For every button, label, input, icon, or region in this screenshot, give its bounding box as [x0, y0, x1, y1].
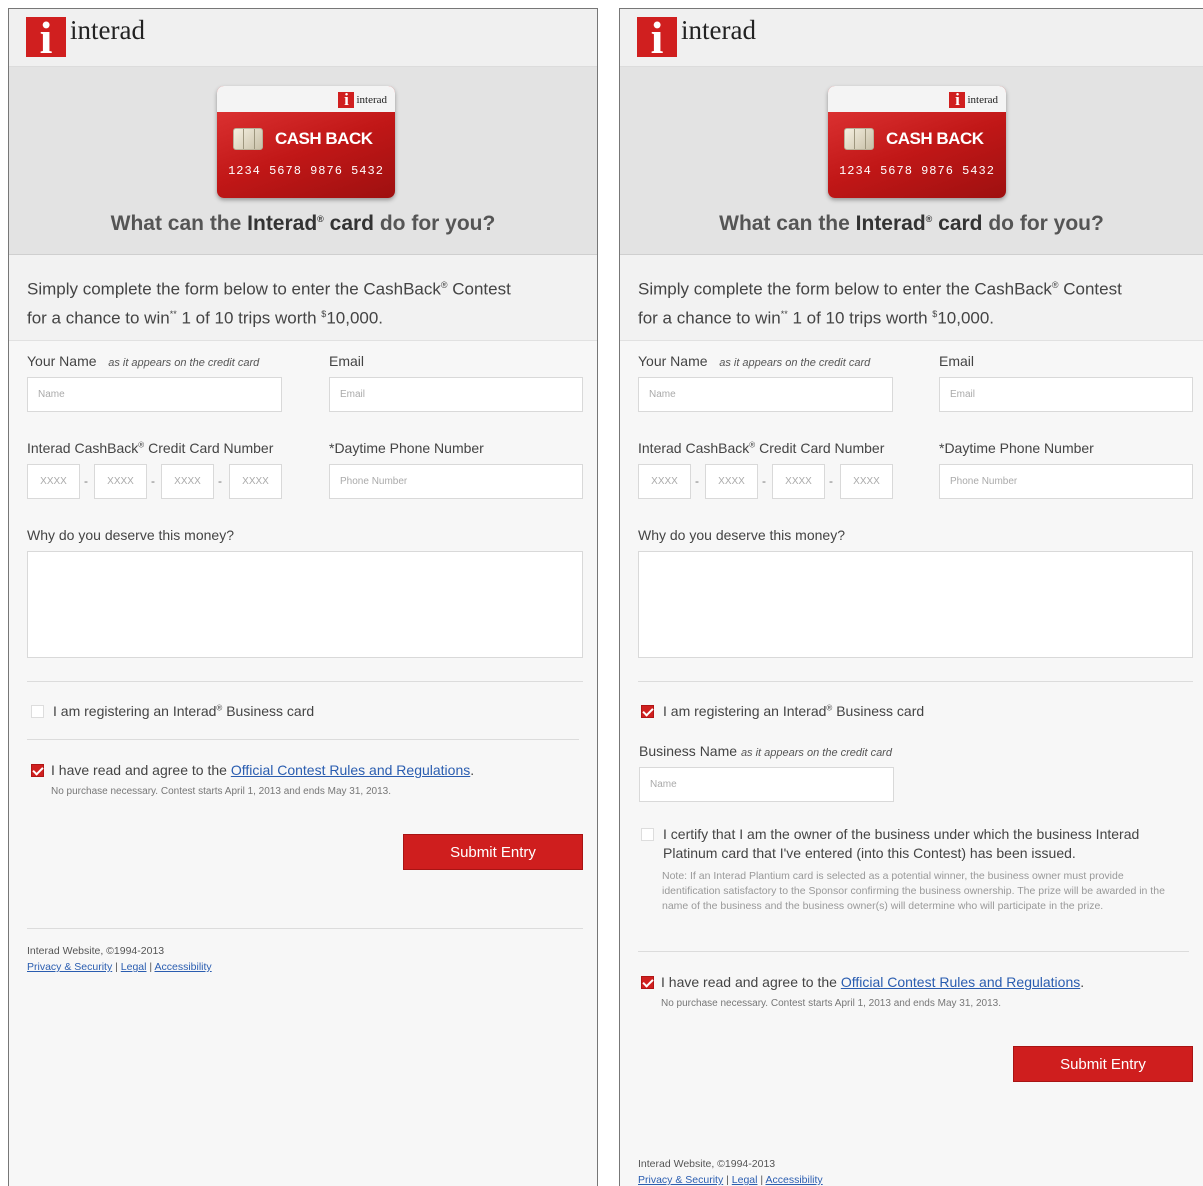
card-number-segment-2[interactable]: XXXX — [705, 464, 758, 499]
dash: - — [762, 474, 766, 488]
official-rules-link[interactable]: Official Contest Rules and Regulations — [231, 762, 470, 778]
site-header: i interad — [9, 9, 597, 67]
dash: - — [829, 474, 833, 488]
phone-label: *Daytime Phone Number — [939, 440, 1094, 456]
privacy-security-link[interactable]: Privacy & Security — [638, 1174, 723, 1186]
business-name-label: Business Name as it appears on the credi… — [639, 743, 892, 759]
why-textarea[interactable] — [638, 551, 1193, 658]
accessibility-link[interactable]: Accessibility — [765, 1174, 822, 1186]
card-number-segment-1[interactable]: XXXX — [638, 464, 691, 499]
interad-logo[interactable]: i interad — [26, 15, 145, 61]
agree-checkbox[interactable] — [31, 764, 44, 777]
card-number-segment-1[interactable]: XXXX — [27, 464, 80, 499]
legal-link[interactable]: Legal — [121, 961, 147, 973]
divider — [638, 951, 1189, 952]
divider — [27, 739, 579, 740]
business-card-checkbox-label: I am registering an Interad® Business ca… — [53, 703, 315, 719]
card-number-label: Interad CashBack® Credit Card Number — [638, 440, 885, 456]
agree-checkbox[interactable] — [641, 976, 654, 989]
logo-wordmark: interad — [70, 15, 145, 45]
hero-title: What can the Interad® card do for you? — [110, 212, 496, 235]
card-logo-text: interad — [356, 94, 387, 106]
business-card-checkbox-label: I am registering an Interad® Business ca… — [663, 703, 925, 719]
divider — [27, 928, 583, 929]
interad-logo[interactable]: i interad — [637, 15, 756, 61]
dash: - — [218, 474, 222, 488]
divider — [27, 681, 583, 682]
why-label: Why do you deserve this money? — [27, 527, 234, 543]
card-number-segment-3[interactable]: XXXX — [161, 464, 214, 499]
business-card-checkbox[interactable] — [641, 705, 654, 718]
card-number: 1234 5678 9876 5432 — [839, 164, 995, 178]
form-panel-business-checked: i interad i interad CASH BACK 1234 5678 … — [619, 8, 1203, 1186]
name-input[interactable]: Name — [27, 377, 282, 412]
phone-input[interactable]: Phone Number — [939, 464, 1193, 499]
phone-label: *Daytime Phone Number — [329, 440, 484, 456]
card-number-segment-4[interactable]: XXXX — [840, 464, 893, 499]
phone-input[interactable]: Phone Number — [329, 464, 583, 499]
agree-label: I have read and agree to the Official Co… — [51, 762, 475, 778]
name-label: Your Name as it appears on the credit ca… — [638, 353, 871, 369]
card-chip-icon — [844, 128, 874, 150]
dash: - — [84, 474, 88, 488]
email-input[interactable]: Email — [329, 377, 583, 412]
card-logo-text: interad — [967, 94, 998, 106]
agree-note: No purchase necessary. Contest starts Ap… — [51, 786, 392, 797]
card-number: 1234 5678 9876 5432 — [228, 164, 384, 178]
agree-label: I have read and agree to the Official Co… — [661, 974, 1085, 990]
site-header: i interad — [620, 9, 1203, 67]
why-label: Why do you deserve this money? — [638, 527, 845, 543]
why-textarea[interactable] — [27, 551, 583, 658]
business-name-input[interactable]: Name — [639, 767, 894, 802]
privacy-security-link[interactable]: Privacy & Security — [27, 961, 112, 973]
hero-banner: i interad CASH BACK 1234 5678 9876 5432 … — [620, 67, 1203, 255]
card-chip-icon — [233, 128, 263, 150]
card-logo-icon: i — [949, 91, 966, 108]
legal-link[interactable]: Legal — [732, 1174, 758, 1186]
submit-entry-button[interactable]: Submit Entry — [403, 834, 583, 870]
intro-text: Simply complete the form below to enter … — [9, 255, 597, 341]
email-input[interactable]: Email — [939, 377, 1193, 412]
card-number-label: Interad CashBack® Credit Card Number — [27, 440, 274, 456]
accessibility-link[interactable]: Accessibility — [154, 961, 211, 973]
dash: - — [151, 474, 155, 488]
card-logo-icon: i — [338, 91, 355, 108]
card-number-segment-3[interactable]: XXXX — [772, 464, 825, 499]
email-label: Email — [329, 353, 365, 369]
logo-wordmark: interad — [681, 15, 756, 45]
official-rules-link[interactable]: Official Contest Rules and Regulations — [841, 974, 1080, 990]
agree-note: No purchase necessary. Contest starts Ap… — [661, 998, 1002, 1009]
email-label: Email — [939, 353, 975, 369]
credit-card-image: i interad CASH BACK 1234 5678 9876 5432 — [217, 86, 395, 198]
hero-title: What can the Interad® card do for you? — [719, 212, 1104, 235]
footer-links: Privacy & Security | Legal | Accessibili… — [27, 961, 212, 973]
card-number-segment-2[interactable]: XXXX — [94, 464, 147, 499]
card-title: CASH BACK — [886, 129, 984, 148]
business-card-checkbox[interactable] — [31, 705, 44, 718]
footer-copyright: Interad Website, ©1994-2013 — [27, 945, 165, 957]
submit-entry-button[interactable]: Submit Entry — [1013, 1046, 1193, 1082]
intro-text: Simply complete the form below to enter … — [620, 255, 1203, 341]
footer-links: Privacy & Security | Legal | Accessibili… — [638, 1174, 823, 1186]
hero-banner: i interad CASH BACK 1234 5678 9876 5432 … — [9, 67, 597, 255]
card-title: CASH BACK — [275, 129, 373, 148]
divider — [638, 681, 1193, 682]
footer-copyright: Interad Website, ©1994-2013 — [638, 1158, 776, 1170]
certify-owner-note: Note: If an Interad Plantium card is sel… — [662, 870, 1165, 912]
name-input[interactable]: Name — [638, 377, 893, 412]
credit-card-image: i interad CASH BACK 1234 5678 9876 5432 — [828, 86, 1006, 198]
interad-logo-icon: i — [26, 15, 66, 61]
certify-owner-text: I certify that I am the owner of the bus… — [663, 826, 1140, 861]
card-number-segment-4[interactable]: XXXX — [229, 464, 282, 499]
dash: - — [695, 474, 699, 488]
name-label: Your Name as it appears on the credit ca… — [27, 353, 260, 369]
form-panel-unchecked: i interad i interad CASH BACK 1234 5678 … — [8, 8, 598, 1186]
interad-logo-icon: i — [637, 15, 677, 61]
certify-owner-checkbox[interactable] — [641, 828, 654, 841]
